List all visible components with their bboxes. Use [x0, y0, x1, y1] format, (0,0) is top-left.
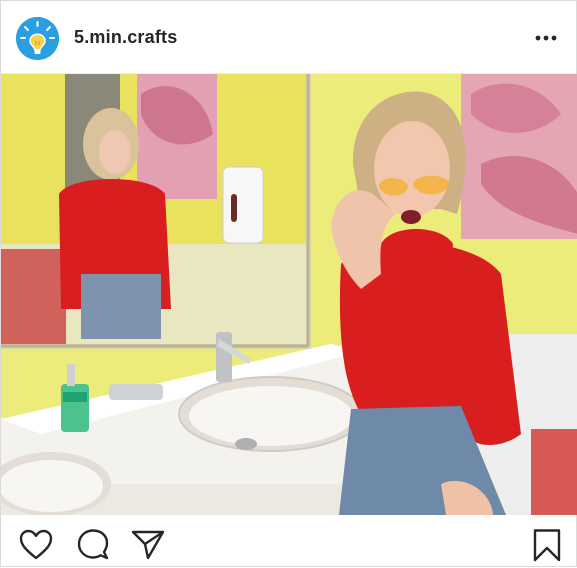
bathroom-scene-image [1, 74, 577, 515]
username[interactable]: 5.min.crafts [74, 27, 177, 48]
comment-icon[interactable] [75, 527, 111, 563]
action-bar [1, 515, 576, 568]
send-icon[interactable] [130, 527, 166, 563]
lightbulb-icon [16, 17, 59, 60]
bookmark-icon[interactable] [529, 527, 565, 563]
heart-icon[interactable] [18, 527, 54, 563]
post-header: 5.min.crafts [1, 1, 576, 74]
post-card: 5.min.crafts [0, 0, 577, 567]
post-photo[interactable] [1, 74, 577, 515]
more-options-icon[interactable] [534, 31, 558, 43]
avatar[interactable] [16, 17, 59, 60]
